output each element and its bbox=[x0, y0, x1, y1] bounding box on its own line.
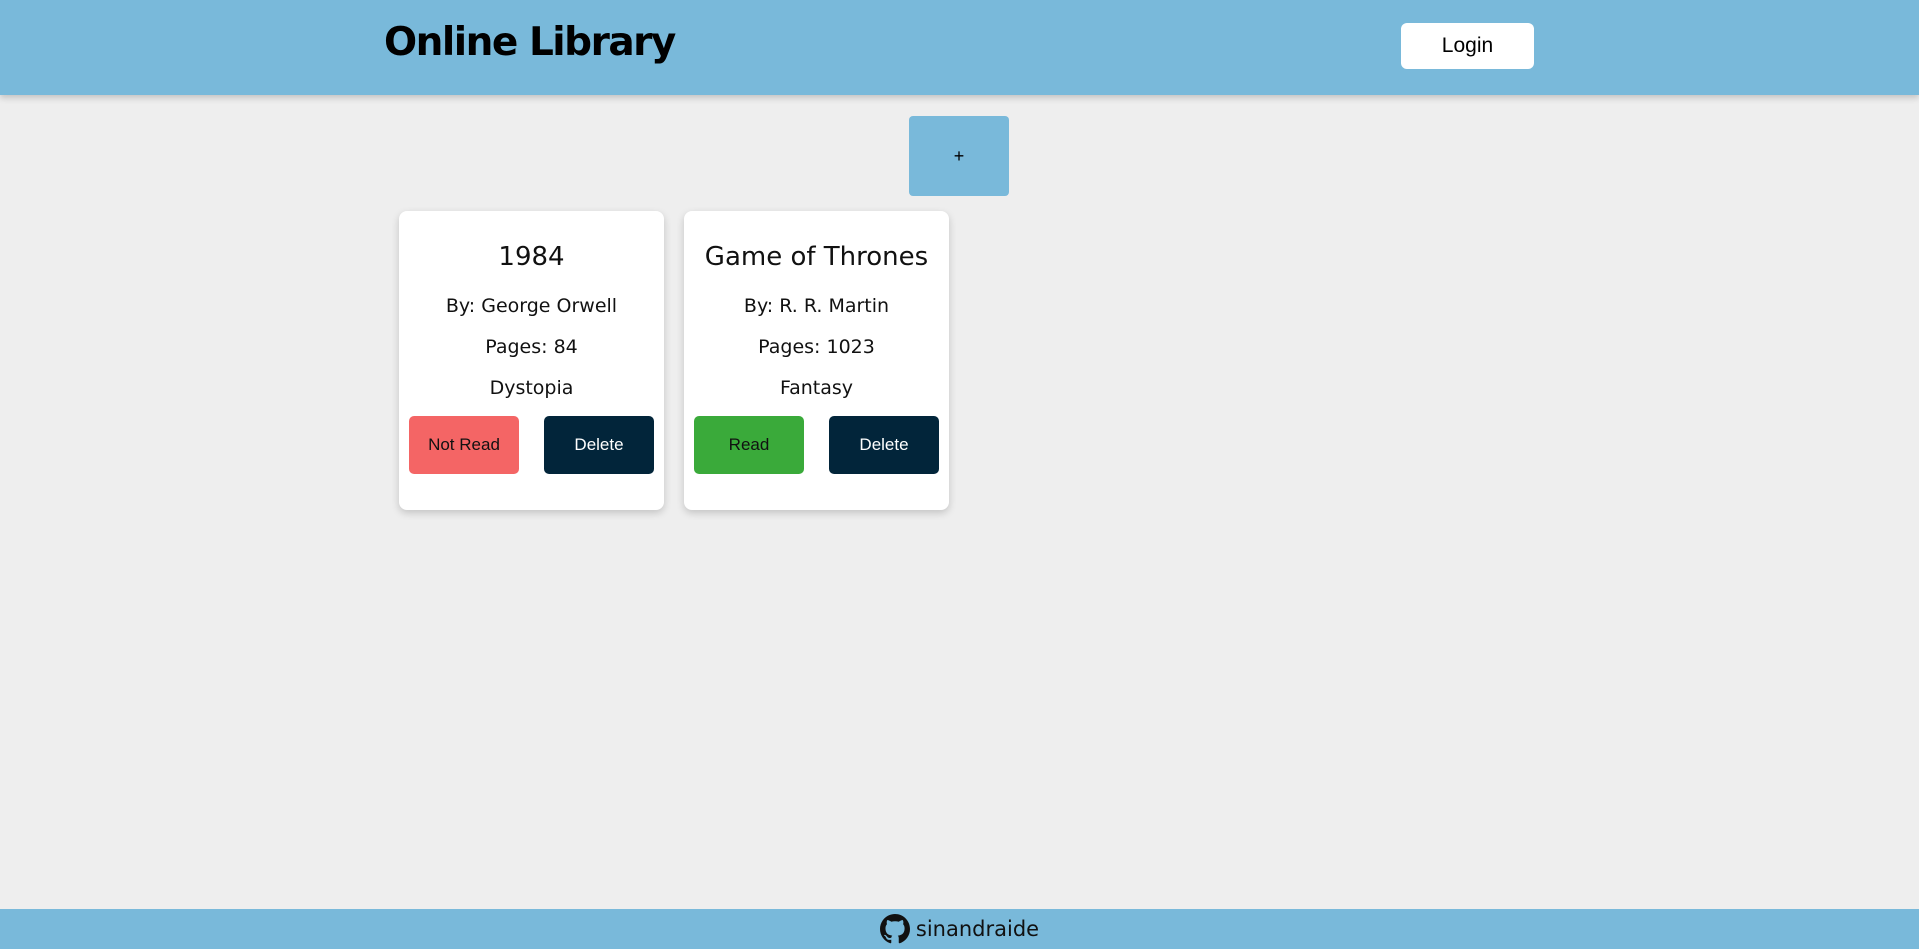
app-header: Online Library Login bbox=[0, 0, 1919, 95]
book-genre: Dystopia bbox=[489, 377, 574, 399]
read-status-button[interactable]: Not Read bbox=[409, 416, 519, 474]
delete-button[interactable]: Delete bbox=[829, 416, 939, 474]
github-icon[interactable] bbox=[879, 914, 910, 944]
book-author: By: R. R. Martin bbox=[743, 295, 890, 317]
book-pages: Pages: 84 bbox=[485, 336, 578, 358]
github-username-link[interactable]: sinandraide bbox=[916, 917, 1039, 941]
book-card: 1984 By: George Orwell Pages: 84 Dystopi… bbox=[399, 211, 664, 510]
footer: sinandraide bbox=[0, 909, 1919, 949]
book-author: By: George Orwell bbox=[445, 295, 618, 317]
book-genre: Fantasy bbox=[779, 377, 854, 399]
read-status-button[interactable]: Read bbox=[694, 416, 804, 474]
book-card: Game of Thrones By: R. R. Martin Pages: … bbox=[684, 211, 949, 510]
add-book-button[interactable]: + bbox=[909, 116, 1009, 196]
delete-button[interactable]: Delete bbox=[544, 416, 654, 474]
book-title: Game of Thrones bbox=[704, 242, 929, 272]
book-pages: Pages: 1023 bbox=[758, 336, 875, 358]
app-title: Online Library bbox=[384, 20, 676, 65]
login-button[interactable]: Login bbox=[1401, 23, 1534, 69]
book-title: 1984 bbox=[498, 242, 565, 272]
